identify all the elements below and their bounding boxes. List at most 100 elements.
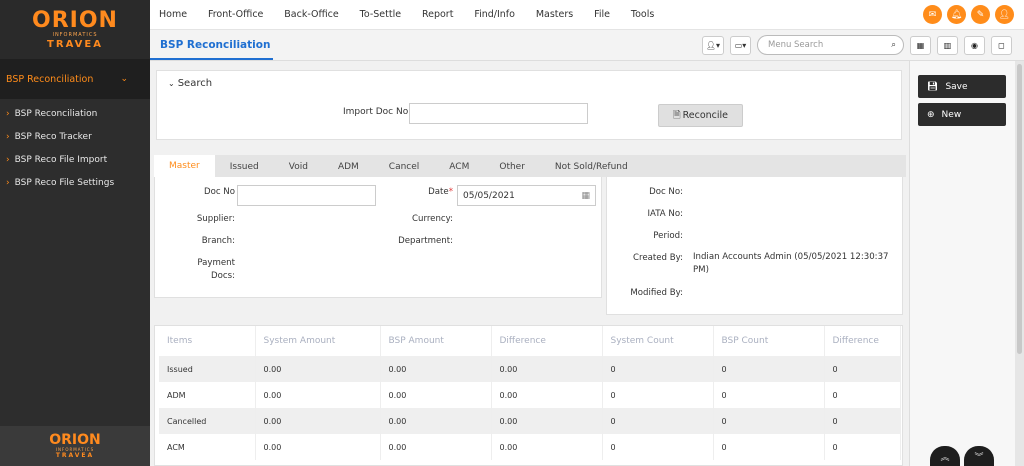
modified-by-label: Modified By: (630, 288, 683, 298)
cell: 0 (602, 408, 714, 434)
save-button[interactable]: 💾︎ Save (918, 75, 1006, 98)
calendar-icon[interactable]: ▦ (581, 191, 590, 201)
tab-bar: Master Issued Void ADM Cancel ACM Other … (154, 155, 906, 177)
cell: 0 (824, 434, 901, 460)
footer-logo: ORION INFORMATICS TRAVEA (0, 426, 150, 466)
main-nav: Home Front-Office Back-Office To-Settle … (150, 9, 663, 20)
maximize-icon[interactable]: ◻ (991, 35, 1012, 55)
chevron-down-icon: ⌄ (168, 79, 175, 88)
nav-front-office[interactable]: Front-Office (208, 9, 263, 20)
sidebar-item-bsp-reco-file-import[interactable]: › BSP Reco File Import (0, 148, 150, 171)
caret-down-icon: ▾ (715, 40, 720, 50)
table-row: ACM 0.00 0.00 0.00 0 0 0 (159, 434, 901, 460)
footer-logo-line3: TRAVEA (55, 452, 95, 459)
col-bsp-amount: BSP Amount (380, 326, 492, 356)
top-icon-group: ✉ 🔔︎ ✎ 👤︎ (923, 5, 1014, 24)
cell: 0.00 (380, 408, 492, 434)
menu-search-input[interactable]: Menu Search ⌕ (757, 35, 904, 55)
page-scrollbar[interactable] (1015, 61, 1024, 466)
nav-tools[interactable]: Tools (631, 9, 654, 20)
brush-icon[interactable]: ✎ (971, 5, 990, 24)
tab-void[interactable]: Void (274, 156, 323, 177)
nav-report[interactable]: Report (422, 9, 454, 20)
new-label: New (941, 109, 962, 120)
tab-cancel[interactable]: Cancel (374, 156, 435, 177)
mail-icon[interactable]: ✉ (923, 5, 942, 24)
reconciliation-table: Items System Amount BSP Amount Differenc… (154, 325, 903, 466)
cell: 0.00 (255, 408, 381, 434)
date-input[interactable]: 05/05/2021 ▦ (457, 185, 596, 206)
currency-label: Currency: (412, 214, 453, 224)
grid-icon[interactable]: ▦ (910, 35, 931, 55)
user-icon[interactable]: 👤︎ (995, 5, 1014, 24)
sidebar-section-bsp-reconciliation[interactable]: BSP Reconciliation ⌄ (0, 59, 150, 99)
col-difference-amount: Difference (491, 326, 603, 356)
user-menu-button[interactable]: 👤︎ ▾ (701, 35, 724, 55)
cell: 0 (713, 408, 825, 434)
tab-acm[interactable]: ACM (434, 156, 484, 177)
save-icon: 💾︎ (927, 81, 939, 92)
sidebar-item-bsp-reco-file-settings[interactable]: › BSP Reco File Settings (0, 171, 150, 194)
cell: 0 (602, 434, 714, 460)
nav-to-settle[interactable]: To-Settle (360, 9, 401, 20)
search-icon[interactable]: ⌕ (891, 40, 896, 50)
reconcile-button[interactable]: 🗎 Reconcile (658, 104, 743, 127)
cell: 0.00 (491, 434, 603, 460)
dashboard-icon[interactable]: ◉ (964, 35, 985, 55)
page-title-underline (150, 58, 273, 60)
nav-file[interactable]: File (594, 9, 610, 20)
book-icon[interactable]: ▥ (937, 35, 958, 55)
chevron-double-down-icon[interactable]: ︾ (964, 446, 994, 466)
department-label: Department: (398, 236, 453, 246)
main-content: ⌄ Search Import Doc No 🗎 Reconcile Master … (150, 61, 909, 466)
col-system-amount: System Amount (255, 326, 381, 356)
date-value: 05/05/2021 (463, 190, 515, 201)
sidebar-item-bsp-reconciliation[interactable]: › BSP Reconciliation (0, 102, 150, 125)
tab-adm[interactable]: ADM (323, 156, 374, 177)
master-form: Doc No Date* 05/05/2021 ▦ Supplier: Curr… (154, 177, 602, 298)
cell: 0 (824, 356, 901, 382)
chevron-right-icon: › (6, 108, 10, 119)
cell: 0 (713, 434, 825, 460)
doc-no-input[interactable] (237, 185, 376, 206)
tab-master[interactable]: Master (154, 155, 215, 177)
cell: 0.00 (255, 434, 381, 460)
import-doc-input[interactable] (409, 103, 588, 124)
col-system-count: System Count (602, 326, 714, 356)
logo[interactable]: ORION INFORMATICS TRAVEA (0, 0, 150, 59)
card-menu-button[interactable]: ▭ ▾ (730, 35, 751, 55)
sidebar-item-label: BSP Reco File Import (14, 154, 108, 165)
sidebar-item-label: BSP Reconciliation (14, 108, 98, 119)
search-title: Search (177, 78, 213, 89)
nav-find-info[interactable]: Find/Info (474, 9, 515, 20)
file-icon: 🗎 (672, 109, 681, 121)
scrollbar-thumb[interactable] (1017, 64, 1022, 354)
new-button[interactable]: ⊕ New (918, 103, 1006, 126)
nav-home[interactable]: Home (159, 9, 187, 20)
branch-label: Branch: (201, 236, 235, 246)
caret-down-icon: ▾ (742, 40, 747, 50)
nav-back-office[interactable]: Back-Office (284, 9, 339, 20)
cell: 0 (602, 382, 714, 408)
required-marker: * (448, 187, 453, 197)
cell: 0 (602, 356, 714, 382)
card-icon: ▭ (734, 40, 743, 50)
table-row: Cancelled 0.00 0.00 0.00 0 0 0 (159, 408, 901, 434)
cell: ACM (159, 434, 256, 460)
nav-masters[interactable]: Masters (536, 9, 573, 20)
logo-prefix: O (32, 7, 52, 33)
created-by-line1: Indian Accounts Admin (05/05/2021 12:30:… (693, 252, 889, 262)
footer-logo-line1: RION (61, 432, 101, 448)
header-toolbar: 👤︎ ▾ ▭ ▾ Menu Search ⌕ ▦ ▥ ◉ ◻ (701, 35, 1012, 55)
tab-other[interactable]: Other (484, 156, 540, 177)
bell-icon[interactable]: 🔔︎ (947, 5, 966, 24)
search-toggle[interactable]: ⌄ Search (168, 78, 212, 89)
tab-not-sold-refund[interactable]: Not Sold/Refund (540, 156, 643, 177)
doc-info-panel: Doc No: IATA No: Period: Created By: Ind… (606, 177, 903, 315)
tab-issued[interactable]: Issued (215, 156, 274, 177)
summary-table: Items System Amount BSP Amount Differenc… (159, 326, 901, 460)
date-label: Date* (381, 187, 453, 197)
sidebar-item-bsp-reco-tracker[interactable]: › BSP Reco Tracker (0, 125, 150, 148)
chevron-up-icon[interactable]: ︽ (930, 446, 960, 466)
sidebar-section-label: BSP Reconciliation (6, 73, 94, 85)
